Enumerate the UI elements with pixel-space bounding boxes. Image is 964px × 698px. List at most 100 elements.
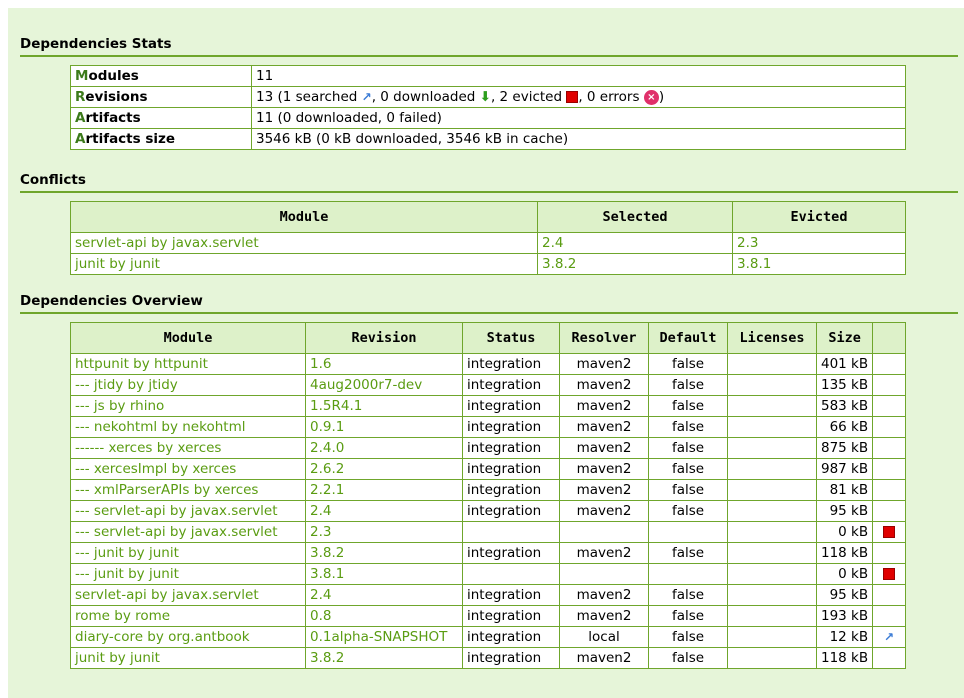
resolver-cell: maven2 bbox=[559, 605, 649, 627]
overview-table: Module Revision Status Resolver Default … bbox=[70, 322, 906, 669]
resolver-cell: maven2 bbox=[559, 416, 649, 438]
overview-row: --- xmlParserAPIs by xerces 2.2.1 integrat… bbox=[70, 479, 906, 501]
resolver-cell: maven2 bbox=[559, 437, 649, 459]
conflict-selected-link[interactable]: 3.8.2 bbox=[537, 253, 733, 275]
overview-heading: Dependencies Overview bbox=[20, 293, 958, 314]
module-link[interactable]: --- junit by junit bbox=[70, 542, 306, 564]
revision-link[interactable]: 1.5R4.1 bbox=[305, 395, 463, 417]
conflict-row: servlet-api by javax.servlet 2.4 2.3 bbox=[70, 232, 906, 254]
revisions-label: Revisions bbox=[70, 86, 252, 108]
stats-heading: Dependencies Stats bbox=[20, 36, 958, 57]
revision-link[interactable]: 4aug2000r7-dev bbox=[305, 374, 463, 396]
overview-header-default: Default bbox=[648, 322, 728, 354]
revision-link[interactable]: 3.8.2 bbox=[305, 647, 463, 669]
conflict-evicted-link[interactable]: 2.3 bbox=[732, 232, 906, 254]
module-link[interactable]: httpunit by httpunit bbox=[70, 353, 306, 375]
size-cell: 401 kB bbox=[815, 353, 874, 375]
search-icon: ↗ bbox=[361, 90, 372, 104]
resolver-cell: local bbox=[559, 626, 649, 648]
module-link[interactable]: --- servlet-api by javax.servlet bbox=[70, 521, 306, 543]
size-cell: 66 kB bbox=[815, 416, 874, 438]
error-icon: × bbox=[643, 89, 659, 105]
revision-link[interactable]: 3.8.1 bbox=[305, 563, 463, 585]
overview-row: --- xercesImpl by xerces 2.6.2 integration… bbox=[70, 458, 906, 480]
module-link[interactable]: rome by rome bbox=[70, 605, 306, 627]
size-cell: 135 kB bbox=[815, 374, 874, 396]
conflict-module-link[interactable]: servlet-api by javax.servlet bbox=[70, 232, 538, 254]
module-link[interactable]: --- servlet-api by javax.servlet bbox=[70, 500, 306, 522]
conflicts-header-module: Module bbox=[70, 201, 538, 233]
resolver-cell: maven2 bbox=[559, 479, 649, 501]
revision-link[interactable]: 2.3 bbox=[305, 521, 463, 543]
revision-link[interactable]: 2.4 bbox=[305, 500, 463, 522]
default-cell: false bbox=[648, 416, 728, 438]
revision-link[interactable]: 2.4.0 bbox=[305, 437, 463, 459]
report-page: Dependencies Stats Modules 11 Revisions … bbox=[8, 8, 964, 698]
status-cell: integration bbox=[462, 458, 560, 480]
licenses-cell bbox=[727, 500, 817, 522]
flag-cell bbox=[872, 542, 906, 564]
default-cell: false bbox=[648, 458, 728, 480]
size-cell: 193 kB bbox=[815, 605, 874, 627]
module-link[interactable]: diary-core by org.antbook bbox=[70, 626, 306, 648]
licenses-cell bbox=[727, 626, 817, 648]
revision-link[interactable]: 0.8 bbox=[305, 605, 463, 627]
module-link[interactable]: junit by junit bbox=[70, 647, 306, 669]
flag-cell bbox=[872, 605, 906, 627]
overview-header-resolver: Resolver bbox=[559, 322, 649, 354]
status-cell: integration bbox=[462, 479, 560, 501]
size-cell: 875 kB bbox=[815, 437, 874, 459]
resolver-cell: maven2 bbox=[559, 584, 649, 606]
evicted-icon bbox=[883, 526, 896, 538]
conflict-evicted-link[interactable]: 3.8.1 bbox=[732, 253, 906, 275]
overview-header-size: Size bbox=[815, 322, 874, 354]
overview-row: --- junit by junit 3.8.1 0 kB bbox=[70, 563, 906, 585]
module-link[interactable]: --- junit by junit bbox=[70, 563, 306, 585]
module-link[interactable]: --- xmlParserAPIs by xerces bbox=[70, 479, 306, 501]
revision-link[interactable]: 2.6.2 bbox=[305, 458, 463, 480]
flag-cell bbox=[872, 458, 906, 480]
status-cell: integration bbox=[462, 353, 560, 375]
flag-cell bbox=[872, 563, 906, 585]
licenses-cell bbox=[727, 458, 817, 480]
revision-link[interactable]: 2.4 bbox=[305, 584, 463, 606]
licenses-cell bbox=[727, 479, 817, 501]
stats-row-modules: Modules 11 bbox=[70, 65, 906, 87]
revision-link[interactable]: 0.1alpha-SNAPSHOT bbox=[305, 626, 463, 648]
status-cell: integration bbox=[462, 542, 560, 564]
size-cell: 95 kB bbox=[815, 500, 874, 522]
licenses-cell bbox=[727, 584, 817, 606]
search-icon: ↗ bbox=[884, 630, 895, 644]
licenses-cell bbox=[727, 563, 817, 585]
module-link[interactable]: --- js by rhino bbox=[70, 395, 306, 417]
status-cell bbox=[462, 521, 560, 543]
resolver-cell: maven2 bbox=[559, 458, 649, 480]
flag-cell bbox=[872, 353, 906, 375]
flag-cell: ↗ bbox=[872, 626, 906, 648]
conflicts-header-selected: Selected bbox=[537, 201, 733, 233]
revision-link[interactable]: 2.2.1 bbox=[305, 479, 463, 501]
revision-link[interactable]: 0.9.1 bbox=[305, 416, 463, 438]
size-cell: 12 kB bbox=[815, 626, 874, 648]
flag-cell bbox=[872, 584, 906, 606]
licenses-cell bbox=[727, 521, 817, 543]
conflict-module-link[interactable]: junit by junit bbox=[70, 253, 538, 275]
default-cell: false bbox=[648, 437, 728, 459]
modules-label: Modules bbox=[70, 65, 252, 87]
module-link[interactable]: --- xercesImpl by xerces bbox=[70, 458, 306, 480]
artifacts-value: 11 (0 downloaded, 0 failed) bbox=[251, 107, 906, 129]
revision-link[interactable]: 3.8.2 bbox=[305, 542, 463, 564]
default-cell: false bbox=[648, 626, 728, 648]
module-link[interactable]: --- nekohtml by nekohtml bbox=[70, 416, 306, 438]
module-link[interactable]: ------ xerces by xerces bbox=[70, 437, 306, 459]
default-cell: false bbox=[648, 647, 728, 669]
module-link[interactable]: --- jtidy by jtidy bbox=[70, 374, 306, 396]
module-link[interactable]: servlet-api by javax.servlet bbox=[70, 584, 306, 606]
resolver-cell: maven2 bbox=[559, 395, 649, 417]
revision-link[interactable]: 1.6 bbox=[305, 353, 463, 375]
status-cell bbox=[462, 563, 560, 585]
overview-row: ------ xerces by xerces 2.4.0 integration m… bbox=[70, 437, 906, 459]
default-cell: false bbox=[648, 605, 728, 627]
overview-row: diary-core by org.antbook 0.1alpha-SNAPSH… bbox=[70, 626, 906, 648]
conflict-selected-link[interactable]: 2.4 bbox=[537, 232, 733, 254]
